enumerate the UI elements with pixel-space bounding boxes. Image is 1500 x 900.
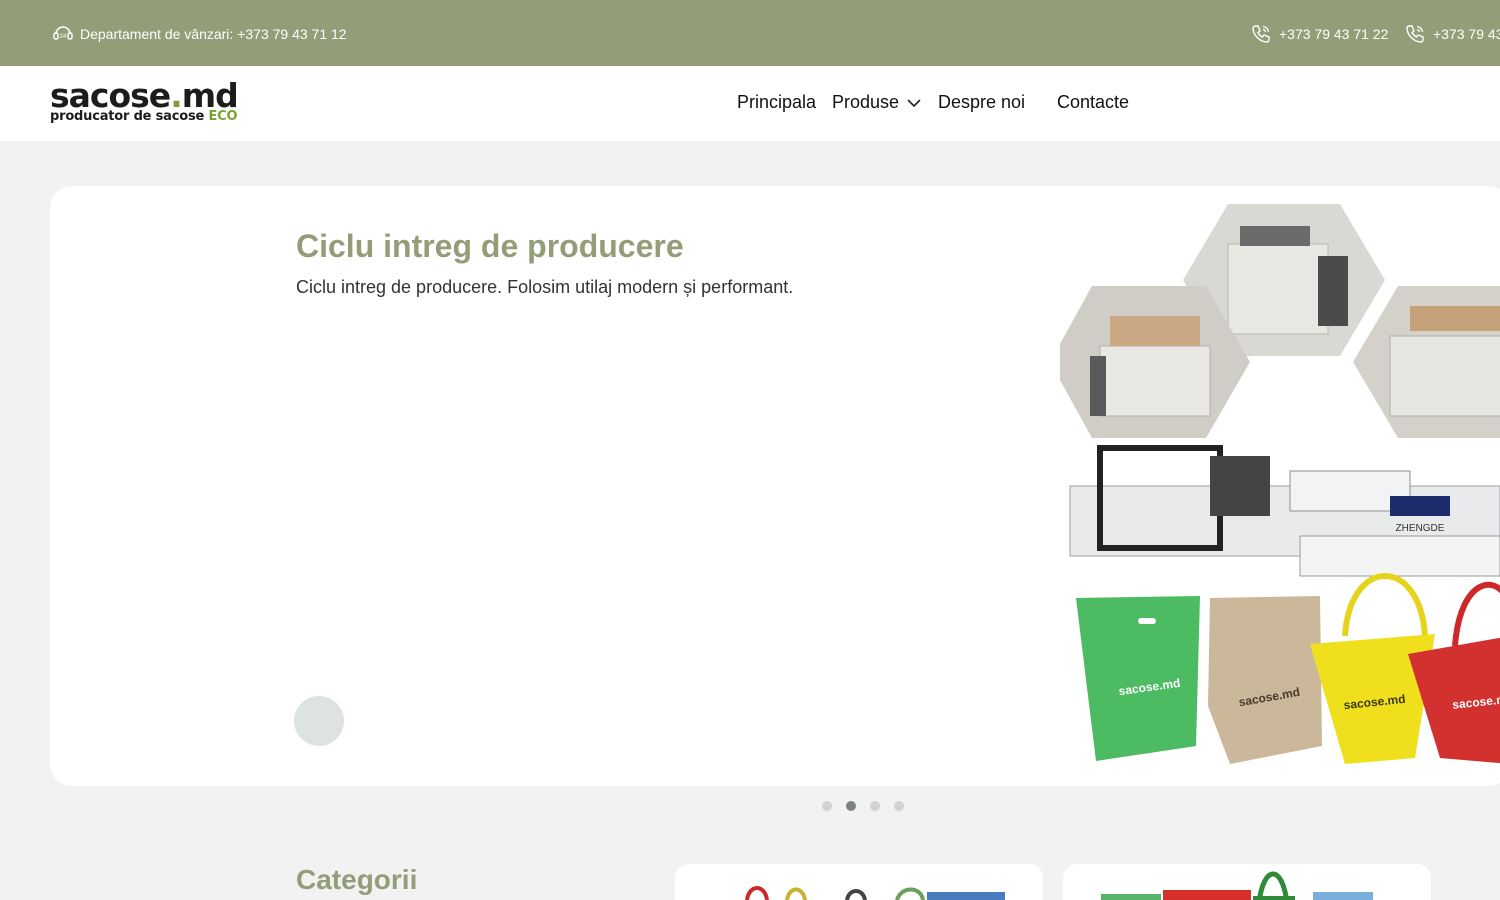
logo-tagline: producator de sacose ECO [50,109,238,124]
svg-text:ZHENGDE: ZHENGDE [1396,523,1445,534]
department-text: Departament de vânzari: +373 79 43 71 12 [80,26,347,42]
slide-indicator-bubble [294,696,344,746]
hero-slider: Ciclu intreg de producere Ciclu intreg d… [50,186,1500,786]
nav-item-label: Produse [832,92,900,112]
kraft-bag: sacose.md [1208,596,1322,764]
category-card-2[interactable] [1063,864,1431,900]
slider-dot[interactable] [822,801,832,811]
top-bar: 24 Departament de vânzari: +373 79 43 71… [0,0,1500,66]
slider-pagination [822,801,904,811]
machine-hex-3 [1353,286,1500,438]
nav-item-principala[interactable]: Principala [737,92,816,113]
slider-dot[interactable] [870,801,880,811]
phone-icon [1252,25,1270,43]
green-bag: sacose.md [1076,596,1200,761]
slider-dot-active[interactable] [846,801,856,811]
slide-title: Ciclu intreg de producere [296,228,684,264]
phone-icon [1406,25,1424,43]
site-logo[interactable]: sacose.md producator de sacose ECO [50,78,255,130]
nav-item-produse[interactable]: Produse [832,92,921,113]
svg-text:24: 24 [60,34,67,40]
production-line: ZHENGDE [1069,445,1500,577]
categories-heading: Categorii [296,864,418,895]
phone-number-2: +373 79 43 [1433,26,1500,42]
nav-item-despre-noi[interactable]: Despre noi [938,92,1025,113]
support-24h-icon: 24 [53,26,73,40]
category-image [1101,871,1373,900]
production-collage-image: ZHENGDE sacose.md sacose.md sacose.md sa… [1060,204,1500,764]
phone-link-1[interactable]: +373 79 43 71 22 [1251,24,1388,44]
nav-item-contacte[interactable]: Contacte [1057,92,1129,113]
category-card-1[interactable] [675,864,1043,900]
phone-number-1: +373 79 43 71 22 [1279,26,1389,42]
category-image [745,886,1005,900]
slider-dot[interactable] [894,801,904,811]
slide-description: Ciclu intreg de producere. Folosim utila… [296,277,794,297]
sales-department-contact[interactable]: 24 Departament de vânzari: +373 79 43 71… [52,24,347,44]
chevron-down-icon [907,99,921,107]
phone-link-2[interactable]: +373 79 43 [1405,24,1500,44]
